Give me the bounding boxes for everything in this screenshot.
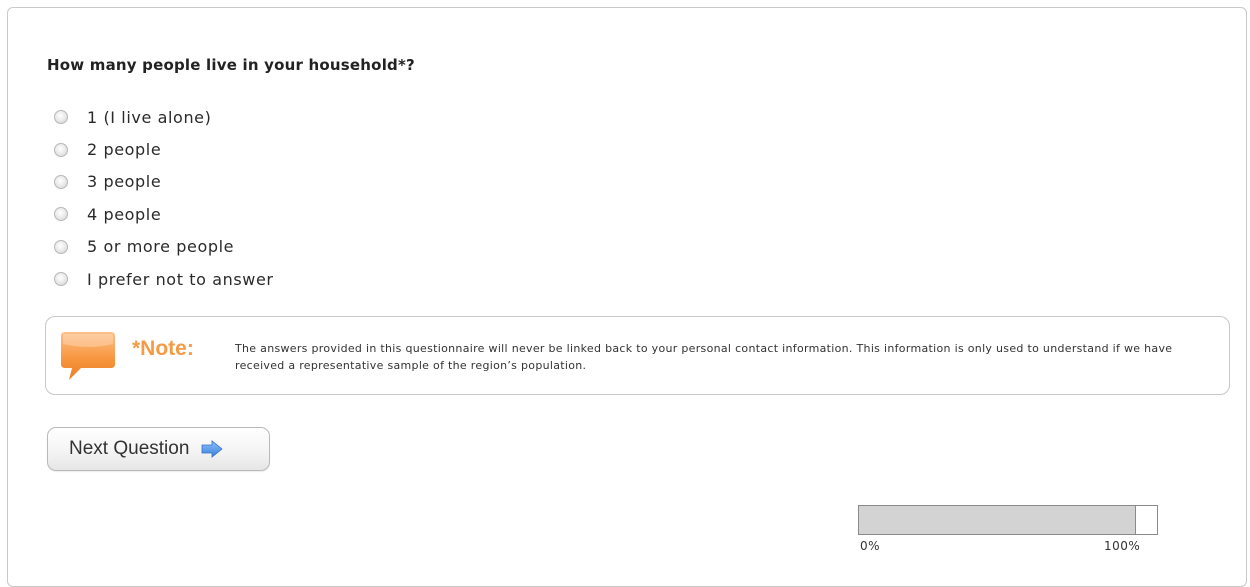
radio-button[interactable] xyxy=(54,174,68,189)
option-4-people[interactable]: 4 people xyxy=(54,198,274,230)
option-1-live-alone[interactable]: 1 (I live alone) xyxy=(54,101,274,133)
note-text: The answers provided in this questionnai… xyxy=(235,342,1173,372)
option-label: 3 people xyxy=(87,172,162,192)
radio-button[interactable] xyxy=(54,110,68,125)
question-title: How many people live in your household*? xyxy=(47,56,415,74)
option-label: 4 people xyxy=(87,204,162,224)
speech-bubble-icon xyxy=(61,332,115,380)
option-5-or-more-people[interactable]: 5 or more people xyxy=(54,231,274,263)
radio-button[interactable] xyxy=(54,239,68,254)
progress-min-label: 0% xyxy=(860,539,881,553)
survey-panel: How many people live in your household*?… xyxy=(7,7,1247,587)
radio-button[interactable] xyxy=(54,142,68,157)
privacy-note: *Note: The answers provided in this ques… xyxy=(45,316,1230,395)
option-2-people[interactable]: 2 people xyxy=(54,133,274,165)
note-heading: *Note: xyxy=(132,337,194,360)
radio-button[interactable] xyxy=(54,272,68,287)
option-prefer-not-to-answer[interactable]: I prefer not to answer xyxy=(54,263,274,295)
option-3-people[interactable]: 3 people xyxy=(54,166,274,198)
option-label: 5 or more people xyxy=(87,237,235,257)
progress-bar xyxy=(858,505,1158,535)
radio-button[interactable] xyxy=(54,207,68,222)
next-question-button[interactable]: Next Question xyxy=(47,427,270,471)
option-label: 1 (I live alone) xyxy=(87,107,212,127)
arrow-right-icon xyxy=(202,440,224,458)
answer-options: 1 (I live alone) 2 people 3 people 4 peo… xyxy=(54,101,274,295)
next-question-label: Next Question xyxy=(69,438,190,459)
progress-fill xyxy=(859,506,1137,534)
option-label: 2 people xyxy=(87,140,162,160)
progress-max-label: 100% xyxy=(1104,539,1141,553)
option-label: I prefer not to answer xyxy=(87,269,274,289)
